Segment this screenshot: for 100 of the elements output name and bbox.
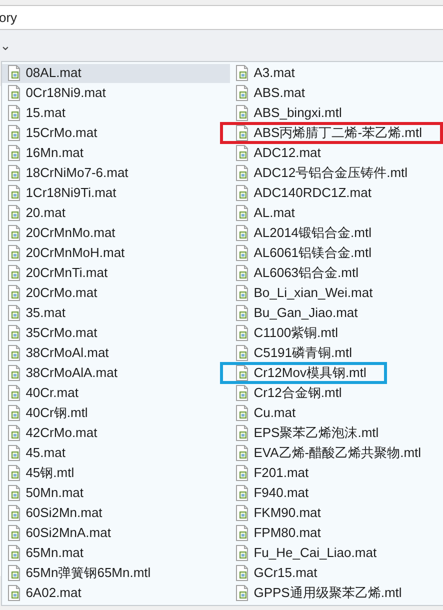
file-item[interactable]: 60Si2MnA.mat xyxy=(2,524,115,542)
file-item[interactable]: 16Mn.mat xyxy=(2,144,88,162)
document-icon xyxy=(6,125,21,141)
document-icon xyxy=(6,365,21,381)
document-icon xyxy=(6,425,21,441)
document-icon xyxy=(234,465,249,481)
file-item[interactable]: 38CrMoAlA.mat xyxy=(2,364,122,382)
file-item[interactable]: 15CrMo.mat xyxy=(2,124,102,142)
file-item[interactable]: 45.mat xyxy=(2,444,70,462)
file-item[interactable]: 20CrMo.mat xyxy=(2,284,102,302)
file-item[interactable]: ABS丙烯腈丁二烯-苯乙烯.mtl xyxy=(220,122,443,144)
file-item[interactable]: GPPS通用级聚苯乙烯.mtl xyxy=(230,584,406,602)
file-item[interactable]: EPS聚苯乙烯泡沫.mtl xyxy=(230,424,383,442)
document-icon xyxy=(6,345,21,361)
file-item[interactable]: 20.mat xyxy=(2,204,70,222)
file-item[interactable]: ABS.mat xyxy=(230,84,309,102)
document-icon xyxy=(234,105,249,121)
file-item[interactable]: ADC12.mat xyxy=(230,144,325,162)
file-item[interactable]: 40Cr.mat xyxy=(2,384,82,402)
document-icon xyxy=(234,165,249,181)
document-icon xyxy=(6,385,21,401)
document-icon xyxy=(6,445,21,461)
file-item[interactable]: 35CrMo.mat xyxy=(2,324,102,342)
document-icon xyxy=(234,65,249,81)
document-icon xyxy=(234,225,249,241)
document-icon xyxy=(234,145,249,161)
file-item[interactable]: Bo_Li_xian_Wei.mat xyxy=(230,284,377,302)
document-icon xyxy=(6,505,21,521)
file-item[interactable]: 1Cr18Ni9Ti.mat xyxy=(2,184,120,202)
file-item[interactable]: AL.mat xyxy=(230,204,299,222)
document-icon xyxy=(6,465,21,481)
file-item[interactable]: AL6061铝镁合金.mtl xyxy=(230,244,376,262)
file-item[interactable]: 0Cr18Ni9.mat xyxy=(2,84,110,102)
document-icon xyxy=(6,325,21,341)
file-item[interactable]: ADC12号铝合金压铸件.mtl xyxy=(230,164,412,182)
file-item[interactable]: FKM90.mat xyxy=(230,504,325,522)
file-item[interactable]: GCr15.mat xyxy=(230,564,322,582)
file-item[interactable]: 45钢.mtl xyxy=(2,464,78,482)
file-item[interactable]: A3.mat xyxy=(230,64,299,82)
file-item[interactable]: C1100紫铜.mtl xyxy=(230,324,342,342)
document-icon xyxy=(6,65,21,81)
file-item[interactable]: FPM80.mat xyxy=(230,524,325,542)
file-item[interactable]: Cr12合金钢.mtl xyxy=(230,384,346,402)
file-item[interactable]: Cr12Mov模具钢.mtl xyxy=(220,362,388,384)
document-icon xyxy=(6,525,21,541)
file-item[interactable]: 20CrMnMoH.mat xyxy=(2,244,129,262)
document-icon xyxy=(234,245,249,261)
file-item[interactable]: 18CrNiMo7-6.mat xyxy=(2,164,132,182)
file-item[interactable]: C5191磷青铜.mtl xyxy=(230,344,356,362)
file-item[interactable]: Fu_He_Cai_Liao.mat xyxy=(230,544,381,562)
file-item[interactable]: 6A02.mat xyxy=(2,584,86,602)
file-item[interactable]: 35.mat xyxy=(2,304,70,322)
document-icon xyxy=(234,285,249,301)
document-icon xyxy=(234,445,249,461)
file-item[interactable]: AL2014锻铝合金.mtl xyxy=(230,224,376,242)
document-icon xyxy=(234,125,249,141)
file-item[interactable]: 65Mn弹簧钢65Mn.mtl xyxy=(2,564,155,582)
document-icon xyxy=(234,505,249,521)
document-icon xyxy=(234,205,249,221)
chevron-icon[interactable]: ⌄ xyxy=(0,39,11,52)
document-icon xyxy=(6,145,21,161)
document-icon xyxy=(6,305,21,321)
file-item[interactable]: EVA乙烯-醋酸乙烯共聚物.mtl xyxy=(230,444,426,462)
document-icon xyxy=(6,205,21,221)
document-icon xyxy=(6,185,21,201)
file-item[interactable]: 42CrMo.mat xyxy=(2,424,102,442)
file-item[interactable]: F940.mat xyxy=(230,484,313,502)
file-item[interactable]: 60Si2Mn.mat xyxy=(2,504,106,522)
document-icon xyxy=(234,325,249,341)
file-item[interactable]: AL6063铝合金.mtl xyxy=(230,264,362,282)
document-icon xyxy=(6,585,21,601)
document-icon xyxy=(234,525,249,541)
document-icon xyxy=(234,365,249,381)
file-item[interactable]: 20CrMnTi.mat xyxy=(2,264,112,282)
document-icon xyxy=(6,285,21,301)
file-item[interactable]: 38CrMoAl.mat xyxy=(2,344,113,362)
file-item[interactable]: Bu_Gan_Jiao.mat xyxy=(230,304,362,322)
document-icon xyxy=(234,85,249,101)
document-icon xyxy=(234,265,249,281)
file-item[interactable]: 15.mat xyxy=(2,104,70,122)
file-item[interactable]: Cu.mat xyxy=(230,404,300,422)
document-icon xyxy=(234,305,249,321)
document-icon xyxy=(6,265,21,281)
document-icon xyxy=(6,105,21,121)
file-item[interactable]: 20CrMnMo.mat xyxy=(2,224,120,242)
document-icon xyxy=(234,485,249,501)
document-icon xyxy=(6,225,21,241)
document-icon xyxy=(234,345,249,361)
file-item[interactable]: 40Cr钢.mtl xyxy=(2,404,92,422)
file-item[interactable]: F201.mat xyxy=(230,464,313,482)
document-icon xyxy=(6,85,21,101)
file-item[interactable]: 08AL.mat xyxy=(2,64,230,82)
document-icon xyxy=(6,565,21,581)
file-item[interactable]: ABS_bingxi.mtl xyxy=(230,104,346,122)
document-icon xyxy=(234,425,249,441)
file-item[interactable]: ADC140RDC1Z.mat xyxy=(230,184,376,202)
file-item[interactable]: 50Mn.mat xyxy=(2,484,88,502)
file-item[interactable]: 65Mn.mat xyxy=(2,544,88,562)
document-icon xyxy=(6,545,21,561)
document-icon xyxy=(234,585,249,601)
